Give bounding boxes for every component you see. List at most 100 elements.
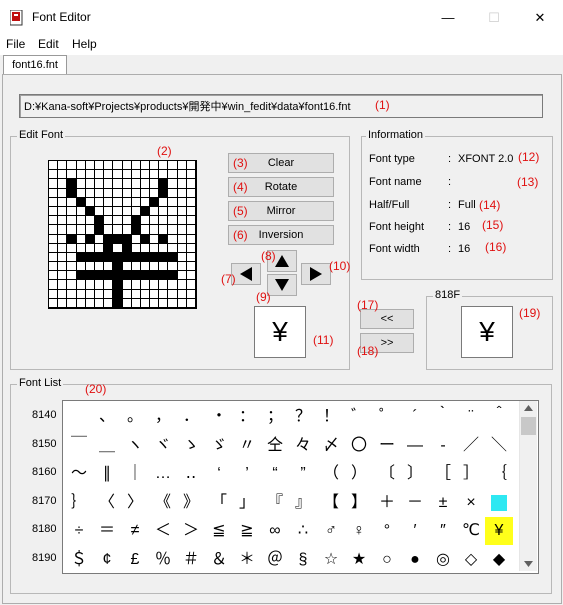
- pixel-cell[interactable]: [85, 161, 95, 171]
- pixel-cell[interactable]: [186, 225, 196, 235]
- pixel-cell[interactable]: [49, 188, 59, 198]
- glyph-cell[interactable]: 〔: [373, 460, 401, 488]
- pixel-cell[interactable]: [150, 243, 160, 253]
- glyph-cell[interactable]: －: [401, 489, 429, 517]
- pixel-cell[interactable]: [58, 252, 68, 263]
- pixel-cell[interactable]: [177, 197, 187, 207]
- glyph-cell[interactable]: ＊: [233, 546, 261, 574]
- pixel-cell[interactable]: [122, 234, 132, 244]
- pixel-cell[interactable]: [122, 179, 132, 189]
- pixel-cell[interactable]: [85, 271, 95, 281]
- pixel-cell[interactable]: [85, 188, 95, 198]
- glyph-cell[interactable]: ＆: [205, 546, 233, 574]
- glyph-cell[interactable]: °: [373, 517, 401, 545]
- pixel-cell[interactable]: [85, 289, 95, 299]
- pixel-cell[interactable]: [150, 271, 160, 281]
- pixel-cell[interactable]: [186, 179, 196, 189]
- glyph-cell[interactable]: ｝: [65, 489, 93, 517]
- pixel-cell[interactable]: [131, 262, 141, 272]
- pixel-cell[interactable]: [168, 252, 178, 263]
- pixel-cell[interactable]: [159, 271, 169, 281]
- pixel-cell[interactable]: [122, 298, 132, 308]
- glyph-cell[interactable]: ‐: [429, 432, 457, 460]
- glyph-cell[interactable]: 《: [149, 489, 177, 517]
- pixel-cell[interactable]: [131, 216, 141, 226]
- glyph-cell[interactable]: ゛: [345, 403, 373, 431]
- glyph-cell[interactable]: 」: [233, 489, 261, 517]
- pixel-cell[interactable]: [159, 298, 169, 308]
- pixel-cell[interactable]: [168, 298, 178, 308]
- glyph-cell[interactable]: ×: [457, 489, 485, 517]
- pixel-cell[interactable]: [168, 262, 178, 272]
- pixel-cell[interactable]: [104, 216, 114, 226]
- pixel-cell[interactable]: [94, 188, 105, 198]
- glyph-cell[interactable]: ！: [317, 403, 345, 431]
- pixel-cell[interactable]: [67, 216, 77, 226]
- pixel-cell[interactable]: [140, 289, 151, 299]
- pixel-cell[interactable]: [159, 188, 169, 198]
- glyph-cell[interactable]: ¨: [457, 403, 485, 431]
- pixel-cell[interactable]: [76, 170, 86, 180]
- pixel-cell[interactable]: [177, 170, 187, 180]
- pixel-cell[interactable]: [49, 216, 59, 226]
- scroll-up-icon[interactable]: [524, 405, 533, 411]
- pixel-cell[interactable]: [186, 262, 196, 272]
- pixel-cell[interactable]: [140, 234, 151, 244]
- pixel-cell[interactable]: [177, 298, 187, 308]
- pixel-cell[interactable]: [58, 170, 68, 180]
- glyph-cell[interactable]: ´: [401, 403, 429, 431]
- pixel-cell[interactable]: [58, 280, 68, 290]
- glyph-cell[interactable]: ゝ: [177, 432, 205, 460]
- pixel-cell[interactable]: [76, 161, 86, 171]
- pixel-cell[interactable]: [67, 197, 77, 207]
- pixel-cell[interactable]: [67, 243, 77, 253]
- pixel-cell[interactable]: [94, 271, 105, 281]
- pixel-cell[interactable]: [150, 197, 160, 207]
- pixel-cell[interactable]: [140, 161, 151, 171]
- glyph-cell[interactable]: ｛: [485, 460, 513, 488]
- pixel-cell[interactable]: [49, 289, 59, 299]
- glyph-cell[interactable]: ●: [401, 546, 429, 574]
- menu-file[interactable]: File: [6, 37, 25, 51]
- copy-left-button[interactable]: <<: [360, 309, 414, 329]
- pixel-cell[interactable]: [140, 225, 151, 235]
- pixel-cell[interactable]: [140, 179, 151, 189]
- glyph-cell[interactable]: ―: [401, 432, 429, 460]
- pixel-cell[interactable]: [113, 234, 123, 244]
- pixel-cell[interactable]: [94, 179, 105, 189]
- glyph-cell[interactable]: ¢: [93, 546, 121, 574]
- pixel-cell[interactable]: [131, 271, 141, 281]
- glyph-cell[interactable]: 仝: [261, 432, 289, 460]
- glyph-cell[interactable]: ¥: [485, 517, 513, 545]
- glyph-cell[interactable]: ≠: [121, 517, 149, 545]
- pixel-cell[interactable]: [113, 206, 123, 217]
- pixel-cell[interactable]: [113, 243, 123, 253]
- glyph-cell[interactable]: ’: [233, 460, 261, 488]
- glyph-cell[interactable]: ，: [149, 403, 177, 431]
- menu-help[interactable]: Help: [72, 37, 97, 51]
- pixel-cell[interactable]: [177, 179, 187, 189]
- pixel-cell[interactable]: [76, 188, 86, 198]
- pixel-cell[interactable]: [67, 225, 77, 235]
- pixel-cell[interactable]: [122, 252, 132, 263]
- glyph-cell[interactable]: ］: [457, 460, 485, 488]
- pixel-cell[interactable]: [49, 234, 59, 244]
- pixel-cell[interactable]: [150, 179, 160, 189]
- tab-font16[interactable]: font16.fnt: [3, 55, 67, 75]
- pixel-cell[interactable]: [113, 161, 123, 171]
- glyph-cell[interactable]: ＝: [93, 517, 121, 545]
- pixel-cell[interactable]: [122, 161, 132, 171]
- pixel-cell[interactable]: [159, 206, 169, 217]
- pixel-cell[interactable]: [113, 179, 123, 189]
- pixel-cell[interactable]: [104, 225, 114, 235]
- pixel-cell[interactable]: [186, 298, 196, 308]
- pixel-cell[interactable]: [94, 216, 105, 226]
- glyph-cell[interactable]: 「: [205, 489, 233, 517]
- pixel-cell[interactable]: [104, 262, 114, 272]
- pixel-cell[interactable]: [94, 206, 105, 217]
- pixel-cell[interactable]: [150, 298, 160, 308]
- pixel-cell[interactable]: [76, 298, 86, 308]
- glyph-cell[interactable]: [491, 494, 507, 511]
- pixel-cell[interactable]: [85, 206, 95, 217]
- glyph-cell[interactable]: ～: [65, 460, 93, 488]
